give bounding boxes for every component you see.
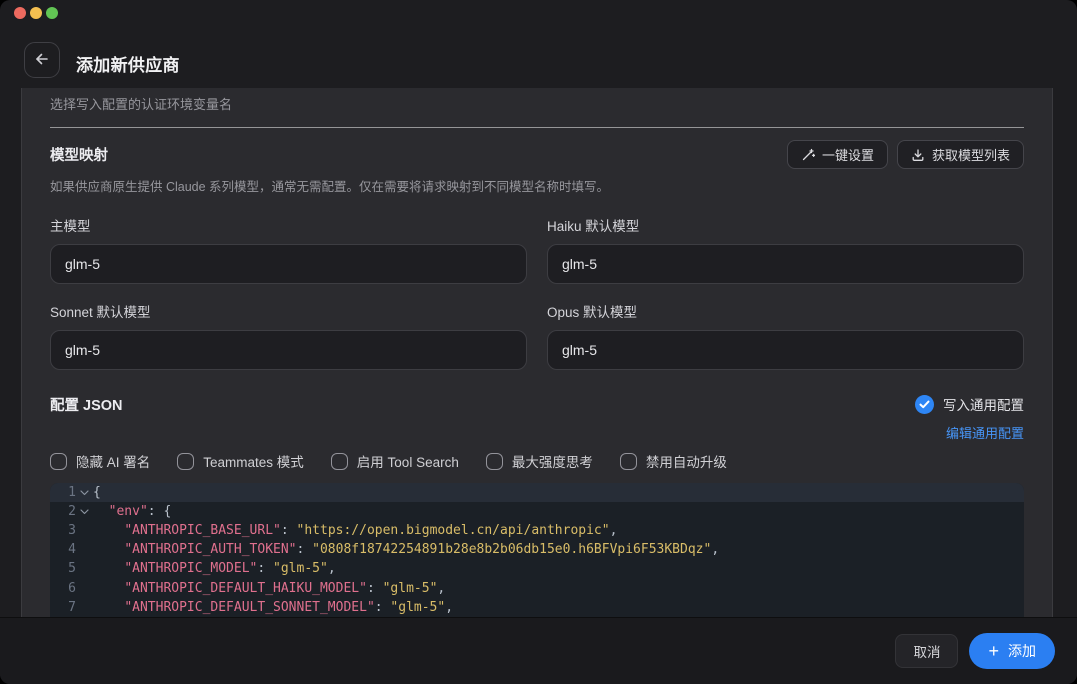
add-button[interactable]: + 添加 <box>969 633 1055 669</box>
code-line: 6 "ANTHROPIC_DEFAULT_HAIKU_MODEL": "glm-… <box>50 578 1024 597</box>
checkbox-unchecked-icon <box>331 453 348 470</box>
write-common-config-checkbox[interactable]: 写入通用配置 <box>915 394 1024 414</box>
page-title: 添加新供应商 <box>76 51 180 76</box>
checkbox-label: Teammates 模式 <box>203 451 304 471</box>
checkbox-label: 隐藏 AI 署名 <box>76 451 150 471</box>
model-field-sonnet-model: Sonnet 默认模型 <box>50 301 527 370</box>
fold-chevron-icon[interactable] <box>76 509 93 515</box>
field-label: Sonnet 默认模型 <box>50 301 527 321</box>
line-number: 6 <box>50 581 76 596</box>
arrow-left-icon <box>34 51 50 70</box>
option-checkbox-disable-auto-upgrade[interactable]: 禁用自动升级 <box>620 451 727 471</box>
checkbox-unchecked-icon <box>50 453 67 470</box>
checkbox-unchecked-icon <box>486 453 503 470</box>
model-fields-grid: 主模型 Haiku 默认模型 Sonnet 默认模型 Opus 默认模型 <box>50 215 1024 370</box>
option-checkbox-hide-ai-signature[interactable]: 隐藏 AI 署名 <box>50 451 150 471</box>
option-checkbox-tool-search[interactable]: 启用 Tool Search <box>331 451 459 471</box>
main-model-input[interactable] <box>50 244 527 284</box>
auth-env-helper-text: 选择写入配置的认证环境变量名 <box>50 94 1024 113</box>
back-button[interactable] <box>24 42 60 78</box>
field-label: 主模型 <box>50 215 527 235</box>
sonnet-model-input[interactable] <box>50 330 527 370</box>
titlebar <box>0 0 1077 28</box>
config-json-options: 写入通用配置 编辑通用配置 <box>915 394 1024 442</box>
option-checkbox-max-thinking[interactable]: 最大强度思考 <box>486 451 593 471</box>
checkbox-unchecked-icon <box>620 453 637 470</box>
line-number: 3 <box>50 523 76 538</box>
line-number: 7 <box>50 600 76 615</box>
config-json-editor[interactable]: 1{2 "env": {3 "ANTHROPIC_BASE_URL": "htt… <box>50 483 1024 617</box>
minimize-window-button[interactable] <box>30 7 42 19</box>
field-label: Haiku 默认模型 <box>547 215 1024 235</box>
plus-icon: + <box>988 642 999 660</box>
checkbox-unchecked-icon <box>177 453 194 470</box>
checkbox-label: 启用 Tool Search <box>357 451 459 471</box>
fetch-model-list-label: 获取模型列表 <box>932 145 1010 164</box>
scroll-area[interactable]: 选择写入配置的认证环境变量名 模型映射 一键设置 <box>21 88 1053 617</box>
app-window: 添加新供应商 选择写入配置的认证环境变量名 模型映射 一键设置 <box>0 0 1077 684</box>
model-field-opus-model: Opus 默认模型 <box>547 301 1024 370</box>
model-mapping-description: 如果供应商原生提供 Claude 系列模型，通常无需配置。仅在需要将请求映射到不… <box>50 176 1024 195</box>
checkbox-checked-icon <box>915 395 934 414</box>
opus-model-input[interactable] <box>547 330 1024 370</box>
code-line: 5 "ANTHROPIC_MODEL": "glm-5", <box>50 559 1024 578</box>
code-line: 3 "ANTHROPIC_BASE_URL": "https://open.bi… <box>50 521 1024 540</box>
model-field-haiku-model: Haiku 默认模型 <box>547 215 1024 284</box>
cancel-button[interactable]: 取消 <box>895 634 958 668</box>
line-number: 1 <box>50 485 76 500</box>
download-icon <box>911 148 925 162</box>
code-line: 2 "env": { <box>50 502 1024 521</box>
fold-chevron-icon[interactable] <box>76 490 93 496</box>
checkbox-label: 最大强度思考 <box>512 451 593 471</box>
code-line: 7 "ANTHROPIC_DEFAULT_SONNET_MODEL": "glm… <box>50 598 1024 617</box>
magic-wand-icon <box>801 148 815 162</box>
config-json-title: 配置 JSON <box>50 394 123 415</box>
close-window-button[interactable] <box>14 7 26 19</box>
model-mapping-title: 模型映射 <box>50 144 108 165</box>
model-field-main-model: 主模型 <box>50 215 527 284</box>
section-divider <box>50 127 1024 128</box>
one-click-setup-label: 一键设置 <box>822 145 874 164</box>
edit-common-config-link[interactable]: 编辑通用配置 <box>946 423 1024 442</box>
option-checkbox-row: 隐藏 AI 署名 Teammates 模式 启用 Tool Search 最大强度思考… <box>50 451 1024 471</box>
code-line: 1{ <box>50 483 1024 502</box>
option-checkbox-teammates-mode[interactable]: Teammates 模式 <box>177 451 304 471</box>
zoom-window-button[interactable] <box>46 7 58 19</box>
line-number: 2 <box>50 504 76 519</box>
checkbox-label: 禁用自动升级 <box>646 451 727 471</box>
one-click-setup-button[interactable]: 一键设置 <box>787 140 888 169</box>
json-editor-lines: 1{2 "env": {3 "ANTHROPIC_BASE_URL": "htt… <box>50 483 1024 617</box>
field-label: Opus 默认模型 <box>547 301 1024 321</box>
haiku-model-input[interactable] <box>547 244 1024 284</box>
line-number: 5 <box>50 561 76 576</box>
footer-bar: 取消 + 添加 <box>0 617 1077 684</box>
write-common-config-label: 写入通用配置 <box>943 394 1024 414</box>
model-mapping-actions: 一键设置 获取模型列表 <box>787 140 1024 169</box>
fetch-model-list-button[interactable]: 获取模型列表 <box>897 140 1024 169</box>
add-button-label: 添加 <box>1008 641 1036 661</box>
line-number: 4 <box>50 542 76 557</box>
code-line: 4 "ANTHROPIC_AUTH_TOKEN": "0808f18742254… <box>50 540 1024 559</box>
